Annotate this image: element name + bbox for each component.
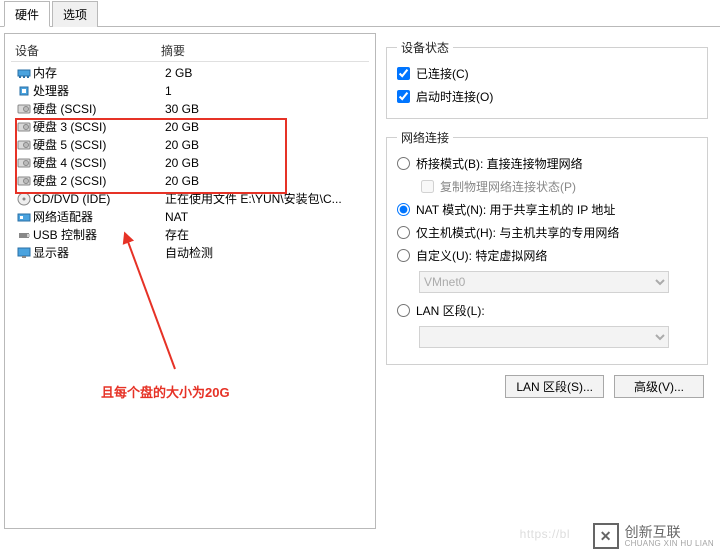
usb-icon — [15, 228, 33, 242]
connect-poweron-checkbox-row[interactable]: 启动时连接(O) — [397, 85, 697, 108]
device-name: 硬盘 3 (SCSI) — [33, 118, 165, 136]
watermark-brand: 创新互联 — [625, 525, 714, 539]
device-summary: 存在 — [165, 226, 369, 244]
watermark-sub: CHUANG XIN HU LIAN — [625, 539, 714, 548]
bridge-label: 桥接模式(B): 直接连接物理网络 — [416, 155, 583, 172]
device-status-legend: 设备状态 — [397, 39, 453, 56]
button-row: LAN 区段(S)... 高级(V)... — [386, 375, 708, 398]
advanced-button[interactable]: 高级(V)... — [614, 375, 704, 398]
device-row[interactable]: 网络适配器NAT — [11, 208, 369, 226]
lanseg-label: LAN 区段(L): — [416, 302, 485, 319]
cd-icon — [15, 192, 33, 206]
device-row[interactable]: 内存2 GB — [11, 64, 369, 82]
watermark: ✕ 创新互联 CHUANG XIN HU LIAN — [593, 523, 714, 549]
replicate-label: 复制物理网络连接状态(P) — [440, 178, 576, 195]
connect-poweron-checkbox[interactable] — [397, 90, 410, 103]
lanseg-radio-row[interactable]: LAN 区段(L): — [397, 299, 697, 322]
device-summary: 自动检测 — [165, 244, 369, 262]
replicate-checkbox-row: 复制物理网络连接状态(P) — [421, 175, 697, 198]
device-name: USB 控制器 — [33, 226, 165, 244]
device-summary: 1 — [165, 82, 369, 100]
device-row[interactable]: 硬盘 (SCSI)30 GB — [11, 100, 369, 118]
custom-label: 自定义(U): 特定虚拟网络 — [416, 247, 547, 264]
lanseg-radio[interactable] — [397, 304, 410, 317]
tab-options[interactable]: 选项 — [52, 1, 98, 27]
network-connection-group: 网络连接 桥接模式(B): 直接连接物理网络 复制物理网络连接状态(P) NAT… — [386, 129, 708, 365]
device-name: 显示器 — [33, 244, 165, 262]
device-name: 网络适配器 — [33, 208, 165, 226]
device-name: 处理器 — [33, 82, 165, 100]
connected-checkbox-row[interactable]: 已连接(C) — [397, 62, 697, 85]
header-summary: 摘要 — [161, 42, 369, 59]
lan-segments-button[interactable]: LAN 区段(S)... — [505, 375, 604, 398]
nat-radio[interactable] — [397, 203, 410, 216]
device-status-group: 设备状态 已连接(C) 启动时连接(O) — [386, 39, 708, 119]
header-device: 设备 — [11, 42, 161, 59]
device-row[interactable]: 硬盘 3 (SCSI)20 GB — [11, 118, 369, 136]
cpu-icon — [15, 84, 33, 98]
hdd-icon — [15, 102, 33, 116]
device-row[interactable]: USB 控制器存在 — [11, 226, 369, 244]
device-name: 内存 — [33, 64, 165, 82]
connect-poweron-label: 启动时连接(O) — [416, 88, 493, 105]
device-summary: 20 GB — [165, 172, 369, 190]
device-row[interactable]: 处理器1 — [11, 82, 369, 100]
tab-hardware[interactable]: 硬件 — [4, 1, 50, 27]
settings-panel: 设备状态 已连接(C) 启动时连接(O) 网络连接 桥接模式(B): 直接连接物… — [376, 33, 716, 529]
device-row[interactable]: 显示器自动检测 — [11, 244, 369, 262]
connected-checkbox[interactable] — [397, 67, 410, 80]
lanseg-select — [419, 326, 669, 348]
device-list-header: 设备 摘要 — [11, 42, 369, 62]
hostonly-radio[interactable] — [397, 226, 410, 239]
bridge-radio[interactable] — [397, 157, 410, 170]
device-summary: 30 GB — [165, 100, 369, 118]
network-connection-legend: 网络连接 — [397, 129, 453, 146]
replicate-checkbox — [421, 180, 434, 193]
device-row[interactable]: 硬盘 2 (SCSI)20 GB — [11, 172, 369, 190]
annotation-text: 且每个盘的大小为20G — [101, 382, 230, 401]
bridge-radio-row[interactable]: 桥接模式(B): 直接连接物理网络 — [397, 152, 697, 175]
watermark-logo: ✕ — [593, 523, 619, 549]
hdd-icon — [15, 120, 33, 134]
device-name: 硬盘 2 (SCSI) — [33, 172, 165, 190]
device-summary: 20 GB — [165, 136, 369, 154]
custom-radio-row[interactable]: 自定义(U): 特定虚拟网络 — [397, 244, 697, 267]
memory-icon — [15, 66, 33, 80]
hostonly-radio-row[interactable]: 仅主机模式(H): 与主机共享的专用网络 — [397, 221, 697, 244]
device-summary: 2 GB — [165, 64, 369, 82]
device-row[interactable]: 硬盘 5 (SCSI)20 GB — [11, 136, 369, 154]
nat-label: NAT 模式(N): 用于共享主机的 IP 地址 — [416, 201, 615, 218]
tabs-bar: 硬件 选项 — [0, 0, 720, 27]
device-name: 硬盘 5 (SCSI) — [33, 136, 165, 154]
display-icon — [15, 246, 33, 260]
connected-label: 已连接(C) — [416, 65, 469, 82]
net-icon — [15, 210, 33, 224]
watermark-faint: https://bl — [520, 527, 570, 541]
device-name: CD/DVD (IDE) — [33, 190, 165, 208]
hdd-icon — [15, 138, 33, 152]
device-row[interactable]: 硬盘 4 (SCSI)20 GB — [11, 154, 369, 172]
device-summary: 正在使用文件 E:\YUN\安装包\C... — [165, 190, 369, 208]
hdd-icon — [15, 156, 33, 170]
hdd-icon — [15, 174, 33, 188]
nat-radio-row[interactable]: NAT 模式(N): 用于共享主机的 IP 地址 — [397, 198, 697, 221]
device-name: 硬盘 4 (SCSI) — [33, 154, 165, 172]
hostonly-label: 仅主机模式(H): 与主机共享的专用网络 — [416, 224, 619, 241]
device-summary: 20 GB — [165, 118, 369, 136]
device-summary: NAT — [165, 208, 369, 226]
device-list-panel: 设备 摘要 内存2 GB处理器1硬盘 (SCSI)30 GB硬盘 3 (SCSI… — [4, 33, 376, 529]
device-name: 硬盘 (SCSI) — [33, 100, 165, 118]
device-summary: 20 GB — [165, 154, 369, 172]
custom-radio[interactable] — [397, 249, 410, 262]
vmnet-select: VMnet0 — [419, 271, 669, 293]
device-row[interactable]: CD/DVD (IDE)正在使用文件 E:\YUN\安装包\C... — [11, 190, 369, 208]
